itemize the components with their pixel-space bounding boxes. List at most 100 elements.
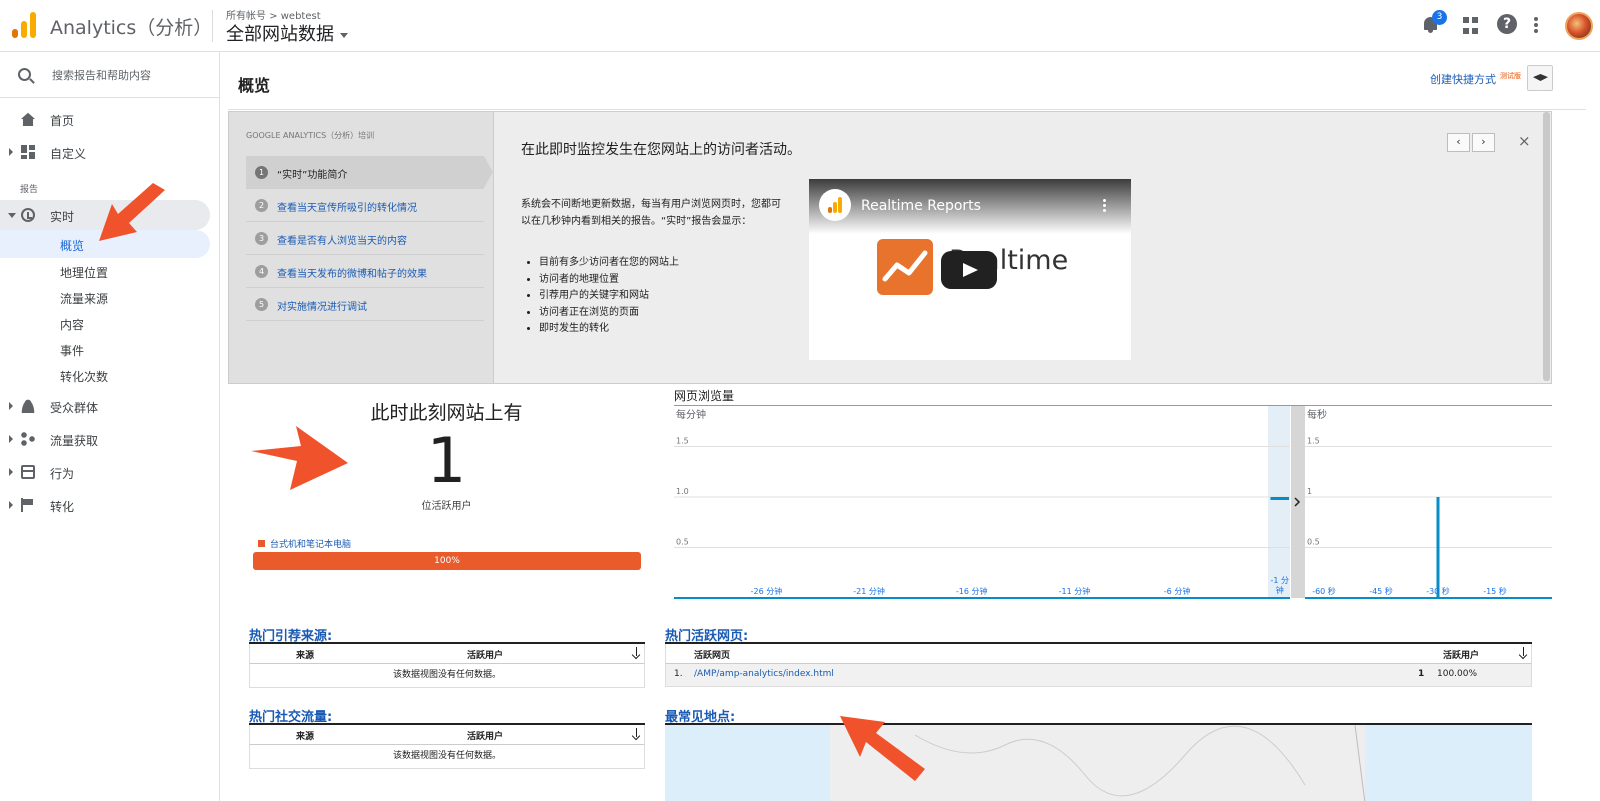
- video-player[interactable]: Realtime Reports Realtime: [809, 179, 1131, 360]
- home-icon: [21, 112, 35, 126]
- page-link[interactable]: /AMP/amp-analytics/index.html: [694, 669, 834, 679]
- person-icon: [21, 399, 35, 413]
- sidebar-item-content[interactable]: 内容: [0, 310, 210, 336]
- realtime-line-icon: [882, 250, 928, 282]
- view-selector[interactable]: 全部网站数据: [226, 20, 348, 46]
- active-users-heading: 此时此刻网站上有: [370, 402, 523, 424]
- row-percent: 100.00%: [1437, 669, 1478, 679]
- close-icon[interactable]: ×: [1518, 132, 1531, 150]
- table-header: 来源 活跃用户: [249, 725, 645, 745]
- sidebar-item-home[interactable]: 首页: [0, 104, 210, 134]
- y-axis-label: 每秒: [1307, 408, 1327, 421]
- sidebar-item-audience[interactable]: 受众群体: [0, 391, 210, 421]
- x-tick-label: 钟: [1276, 585, 1284, 595]
- notification-badge: 3: [1432, 10, 1447, 25]
- training-steps: GOOGLE ANALYTICS（分析）培训 1 “实时”功能简介 2 查看当天…: [229, 112, 494, 383]
- flag-icon: [21, 498, 35, 512]
- chevron-right-icon: [9, 501, 13, 509]
- sidebar-item-conversions[interactable]: 转化: [0, 490, 210, 520]
- x-tick-label: -15 秒: [1483, 586, 1507, 596]
- page-title: 概览: [238, 76, 271, 95]
- video-title[interactable]: Realtime Reports: [861, 198, 981, 214]
- step-number: 2: [255, 199, 268, 212]
- help-button[interactable]: ?: [1497, 14, 1519, 36]
- col-source[interactable]: 来源: [296, 729, 314, 742]
- play-button[interactable]: [941, 251, 997, 289]
- list-item: 即时发生的转化: [539, 321, 679, 338]
- sidebar-item-overview[interactable]: 概览: [0, 230, 210, 258]
- video-menu-icon[interactable]: [1103, 199, 1106, 214]
- dashboard-icon: [21, 145, 35, 159]
- table-row: 1. /AMP/amp-analytics/index.html 1 100.0…: [665, 664, 1532, 687]
- training-step[interactable]: 1 “实时”功能简介: [246, 156, 493, 189]
- sidebar-item-label: 转化次数: [60, 370, 109, 384]
- training-step[interactable]: 2 查看当天宣传所吸引的转化情况: [246, 189, 484, 222]
- chevron-right-icon: [9, 148, 13, 156]
- analytics-logo-icon[interactable]: [12, 12, 38, 38]
- reports-section-label: 报告: [20, 185, 39, 195]
- step-label: 对实施情况进行调试: [277, 302, 367, 313]
- y-axis-label: 每分钟: [676, 408, 706, 421]
- list-item: 访问者的地理位置: [539, 272, 679, 289]
- y-tick-label: 1.0: [676, 487, 689, 496]
- x-tick-label: -11 分钟: [1059, 586, 1091, 596]
- apps-grid-icon[interactable]: [1459, 14, 1481, 36]
- sidebar-item-traffic-sources[interactable]: 流量来源: [0, 284, 210, 310]
- sidebar-item-label: 转化: [50, 500, 75, 514]
- sidebar-item-events[interactable]: 事件: [0, 336, 210, 362]
- training-step[interactable]: 3 查看是否有人浏览当天的内容: [246, 222, 484, 255]
- col-active-users[interactable]: 活跃用户: [1443, 648, 1479, 661]
- step-number: 1: [255, 166, 268, 179]
- training-scrollbar[interactable]: [1543, 112, 1550, 381]
- next-button[interactable]: ›: [1472, 133, 1495, 152]
- training-toggle-button[interactable]: [1527, 65, 1553, 91]
- sort-arrow-icon[interactable]: [1520, 647, 1528, 658]
- prev-button[interactable]: ‹: [1447, 133, 1470, 152]
- clock-icon: [21, 208, 35, 222]
- training-title: 在此即时监控发生在您网站上的访问者活动。: [521, 142, 801, 158]
- col-active-users[interactable]: 活跃用户: [467, 729, 503, 742]
- y-tick-label: 1.5: [1307, 437, 1320, 446]
- sidebar-item-locations[interactable]: 地理位置: [0, 258, 210, 284]
- sidebar-item-realtime[interactable]: 实时: [0, 200, 210, 230]
- col-source[interactable]: 来源: [296, 648, 314, 661]
- empty-message: 该数据视图没有任何数据。: [249, 664, 645, 688]
- locations-map[interactable]: [665, 723, 1532, 801]
- active-users-count: 1: [426, 424, 467, 497]
- graduation-cap-icon: [1533, 74, 1548, 81]
- step-number: 5: [255, 298, 268, 311]
- device-share-bar: 100%: [253, 552, 641, 570]
- col-active-page[interactable]: 活跃网页: [694, 648, 730, 661]
- training-step[interactable]: 4 查看当天发布的微博和帖子的效果: [246, 255, 484, 288]
- device-share-fill: 100%: [253, 552, 641, 570]
- col-active-users[interactable]: 活跃用户: [467, 648, 503, 661]
- second-bar: [1436, 497, 1440, 598]
- sidebar-item-customize[interactable]: 自定义: [0, 137, 210, 167]
- app-title[interactable]: Analytics（分析）: [50, 13, 212, 40]
- x-tick-label: -16 分钟: [956, 586, 988, 596]
- device-legend[interactable]: 台式机和笔记本电脑: [258, 537, 351, 550]
- sidebar-item-label: 概览: [60, 239, 85, 253]
- avatar[interactable]: [1565, 12, 1593, 40]
- sidebar-item-label: 实时: [50, 210, 75, 224]
- legend-label: 台式机和笔记本电脑: [270, 540, 352, 550]
- video-channel-logo-icon[interactable]: [819, 189, 851, 221]
- active-users-label: 位活跃用户: [421, 501, 472, 512]
- training-step[interactable]: 5 对实施情况进行调试: [246, 288, 484, 321]
- y-tick-label: 1: [1307, 487, 1312, 496]
- x-tick-label: -1 分: [1270, 576, 1289, 585]
- sidebar-item-acquisition[interactable]: 流量获取: [0, 424, 210, 454]
- list-item: 目前有多少访问者在您的网站上: [539, 255, 679, 272]
- chevron-right-icon: [9, 468, 13, 476]
- empty-message: 该数据视图没有任何数据。: [249, 745, 645, 769]
- sidebar-item-conversions-rt[interactable]: 转化次数: [0, 362, 210, 388]
- sidebar-item-label: 首页: [50, 114, 75, 128]
- create-shortcut-link[interactable]: 创建快捷方式 测试版: [1430, 71, 1521, 87]
- sort-arrow-icon[interactable]: [633, 728, 641, 739]
- notifications-button[interactable]: 3: [1420, 10, 1447, 36]
- more-options-icon[interactable]: [1531, 16, 1541, 38]
- pageviews-chart-title: 网页浏览量: [674, 389, 735, 403]
- search-input[interactable]: [52, 65, 212, 85]
- sidebar-item-behavior[interactable]: 行为: [0, 457, 210, 487]
- sort-arrow-icon[interactable]: [633, 647, 641, 658]
